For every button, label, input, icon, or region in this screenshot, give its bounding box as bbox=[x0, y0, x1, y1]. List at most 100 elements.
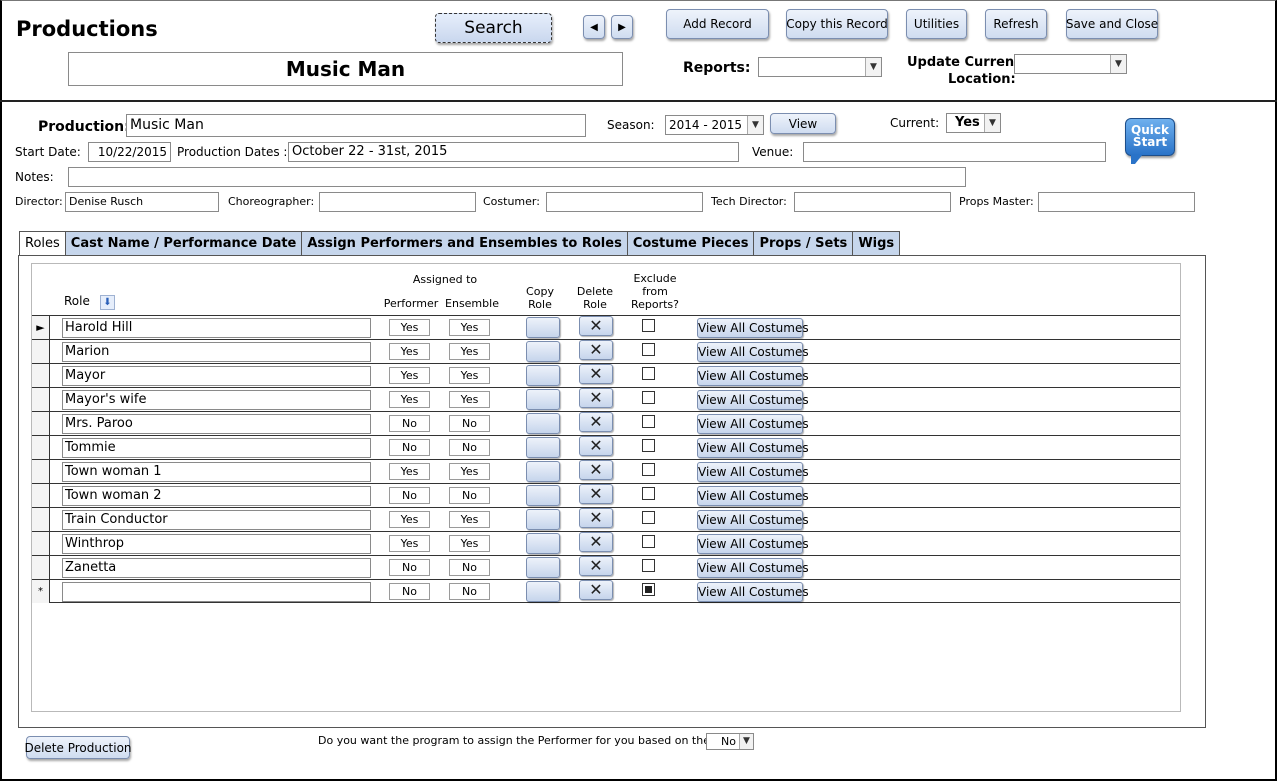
row-selector[interactable] bbox=[32, 388, 50, 411]
delete-role-button[interactable]: ✕ bbox=[579, 388, 613, 408]
view-all-costumes-button[interactable]: View All Costumes bbox=[697, 318, 809, 338]
view-all-costumes-button[interactable]: View All Costumes bbox=[697, 438, 809, 458]
delete-role-button[interactable]: ✕ bbox=[579, 460, 613, 480]
costumer-field[interactable] bbox=[546, 192, 703, 212]
new-record-asterisk-icon[interactable]: * bbox=[32, 580, 50, 603]
row-selector[interactable] bbox=[32, 532, 50, 555]
chevron-down-icon[interactable]: ▼ bbox=[1110, 55, 1126, 73]
tab-wigs[interactable]: Wigs bbox=[852, 231, 901, 256]
exclude-from-reports-checkbox[interactable] bbox=[642, 535, 655, 548]
ensemble-assigned-field[interactable]: No bbox=[449, 415, 490, 432]
director-field[interactable]: Denise Rusch bbox=[65, 192, 219, 212]
view-all-costumes-button[interactable]: View All Costumes bbox=[697, 510, 809, 530]
exclude-from-reports-checkbox[interactable] bbox=[642, 343, 655, 356]
delete-role-button[interactable]: ✕ bbox=[579, 412, 613, 432]
role-name-field[interactable]: Harold Hill bbox=[62, 318, 371, 338]
performer-assigned-field[interactable]: No bbox=[389, 439, 430, 456]
view-season-button[interactable]: View bbox=[770, 113, 836, 134]
role-name-field[interactable]: Marion bbox=[62, 342, 371, 362]
ensemble-assigned-field[interactable]: No bbox=[449, 439, 490, 456]
copy-role-button[interactable] bbox=[526, 557, 560, 578]
performer-assigned-field[interactable]: Yes bbox=[389, 319, 430, 336]
ensemble-assigned-field[interactable]: No bbox=[449, 583, 490, 600]
copy-role-button[interactable] bbox=[526, 461, 560, 482]
ensemble-assigned-field[interactable]: Yes bbox=[449, 463, 490, 480]
performer-assigned-field[interactable]: No bbox=[389, 583, 430, 600]
tab-props-sets[interactable]: Props / Sets bbox=[753, 231, 854, 256]
role-name-field[interactable] bbox=[62, 582, 371, 602]
utilities-button[interactable]: Utilities bbox=[906, 9, 967, 39]
copy-role-button[interactable] bbox=[526, 413, 560, 434]
exclude-from-reports-checkbox[interactable] bbox=[642, 511, 655, 524]
tab-roles[interactable]: Roles bbox=[19, 231, 66, 257]
tab-cast-name-performance-date[interactable]: Cast Name / Performance Date bbox=[64, 231, 303, 256]
search-button[interactable]: Search bbox=[435, 13, 552, 43]
add-record-button[interactable]: Add Record bbox=[666, 9, 769, 39]
performer-assigned-field[interactable]: Yes bbox=[389, 367, 430, 384]
role-name-field[interactable]: Zanetta bbox=[62, 558, 371, 578]
exclude-from-reports-checkbox[interactable] bbox=[642, 583, 655, 596]
view-all-costumes-button[interactable]: View All Costumes bbox=[697, 462, 809, 482]
exclude-from-reports-checkbox[interactable] bbox=[642, 391, 655, 404]
delete-role-button[interactable]: ✕ bbox=[579, 316, 613, 336]
exclude-from-reports-checkbox[interactable] bbox=[642, 487, 655, 500]
row-selector[interactable] bbox=[32, 508, 50, 531]
view-all-costumes-button[interactable]: View All Costumes bbox=[697, 558, 809, 578]
view-all-costumes-button[interactable]: View All Costumes bbox=[697, 486, 809, 506]
assign-performer-select[interactable]: No ▼ bbox=[706, 733, 754, 750]
production-field[interactable]: Music Man bbox=[126, 114, 586, 137]
delete-production-button[interactable]: Delete Production bbox=[24, 736, 132, 759]
save-and-close-button[interactable]: Save and Close bbox=[1066, 9, 1158, 39]
performer-assigned-field[interactable]: No bbox=[389, 559, 430, 576]
copy-role-button[interactable] bbox=[526, 485, 560, 506]
view-all-costumes-button[interactable]: View All Costumes bbox=[697, 342, 809, 362]
sort-arrow-icon[interactable]: ⬇ bbox=[100, 295, 115, 310]
chevron-down-icon[interactable]: ▼ bbox=[739, 734, 753, 749]
refresh-button[interactable]: Refresh bbox=[985, 9, 1047, 39]
ensemble-assigned-field[interactable]: Yes bbox=[449, 535, 490, 552]
copy-role-button[interactable] bbox=[526, 317, 560, 338]
delete-role-button[interactable]: ✕ bbox=[579, 364, 613, 384]
update-location-select[interactable]: ▼ bbox=[1014, 54, 1127, 74]
delete-role-button[interactable]: ✕ bbox=[579, 580, 613, 600]
row-selector[interactable] bbox=[32, 460, 50, 483]
row-selector[interactable] bbox=[32, 484, 50, 507]
exclude-from-reports-checkbox[interactable] bbox=[642, 319, 655, 332]
ensemble-assigned-field[interactable]: Yes bbox=[449, 367, 490, 384]
chevron-down-icon[interactable]: ▼ bbox=[865, 58, 881, 76]
delete-role-button[interactable]: ✕ bbox=[579, 556, 613, 576]
role-name-field[interactable]: Winthrop bbox=[62, 534, 371, 554]
view-all-costumes-button[interactable]: View All Costumes bbox=[697, 390, 809, 410]
exclude-from-reports-checkbox[interactable] bbox=[642, 367, 655, 380]
ensemble-assigned-field[interactable]: Yes bbox=[449, 343, 490, 360]
exclude-from-reports-checkbox[interactable] bbox=[642, 415, 655, 428]
role-name-field[interactable]: Tommie bbox=[62, 438, 371, 458]
ensemble-assigned-field[interactable]: Yes bbox=[449, 391, 490, 408]
next-record-button[interactable]: ▶ bbox=[611, 15, 633, 39]
view-all-costumes-button[interactable]: View All Costumes bbox=[697, 582, 809, 602]
exclude-from-reports-checkbox[interactable] bbox=[642, 463, 655, 476]
current-record-arrow-icon[interactable]: ► bbox=[32, 316, 50, 339]
copy-record-button[interactable]: Copy this Record bbox=[786, 9, 888, 39]
row-selector[interactable] bbox=[32, 340, 50, 363]
copy-role-button[interactable] bbox=[526, 581, 560, 602]
season-select[interactable]: 2014 - 2015 ▼ bbox=[665, 115, 764, 135]
view-all-costumes-button[interactable]: View All Costumes bbox=[697, 414, 809, 434]
venue-field[interactable] bbox=[803, 142, 1106, 162]
copy-role-button[interactable] bbox=[526, 389, 560, 410]
delete-role-button[interactable]: ✕ bbox=[579, 436, 613, 456]
row-selector[interactable] bbox=[32, 556, 50, 579]
quick-start-button[interactable]: Quick Start bbox=[1125, 118, 1175, 156]
performer-assigned-field[interactable]: Yes bbox=[389, 343, 430, 360]
row-selector[interactable] bbox=[32, 436, 50, 459]
role-name-field[interactable]: Town woman 2 bbox=[62, 486, 371, 506]
performer-assigned-field[interactable]: No bbox=[389, 415, 430, 432]
row-selector[interactable] bbox=[32, 364, 50, 387]
tech-director-field[interactable] bbox=[794, 192, 951, 212]
chevron-down-icon[interactable]: ▼ bbox=[747, 116, 763, 134]
copy-role-button[interactable] bbox=[526, 365, 560, 386]
exclude-from-reports-checkbox[interactable] bbox=[642, 439, 655, 452]
performer-assigned-field[interactable]: Yes bbox=[389, 391, 430, 408]
chevron-down-icon[interactable]: ▼ bbox=[984, 114, 1000, 132]
view-all-costumes-button[interactable]: View All Costumes bbox=[697, 366, 809, 386]
